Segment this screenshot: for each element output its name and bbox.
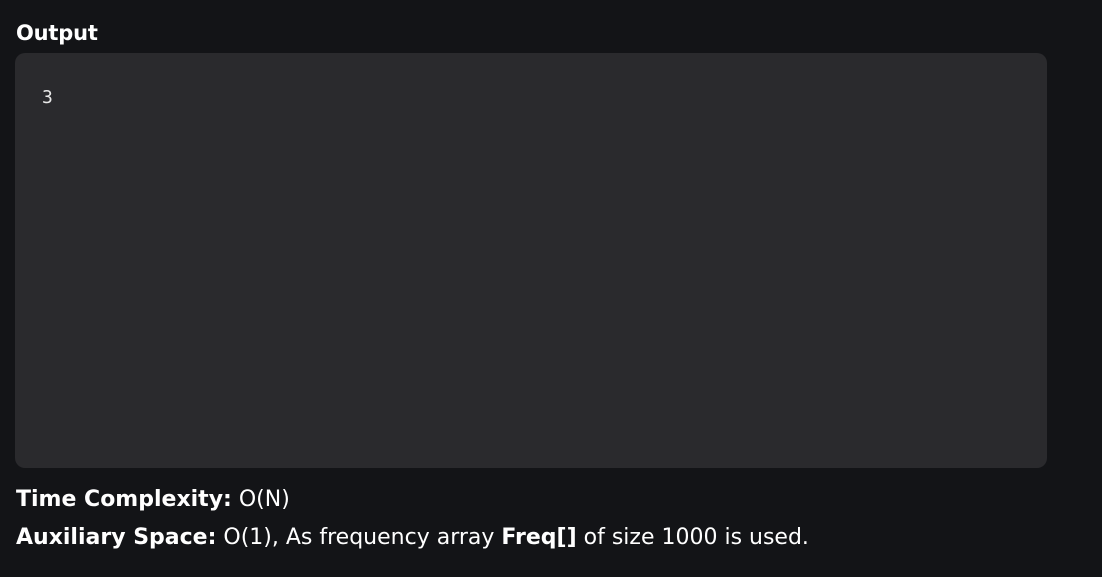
article-output-section: Output 3 Time Complexity: O(N) Auxiliary… <box>0 0 1102 577</box>
auxiliary-space-value-suffix: of size 1000 is used. <box>576 525 809 550</box>
time-complexity-value: O(N) <box>231 487 290 512</box>
output-panel <box>15 53 1047 468</box>
auxiliary-space-value-prefix: O(1), As frequency array <box>216 525 502 550</box>
time-complexity: Time Complexity: O(N) <box>16 485 290 515</box>
auxiliary-space-label: Auxiliary Space: <box>16 525 217 550</box>
auxiliary-space: Auxiliary Space: O(1), As frequency arra… <box>16 523 809 553</box>
output-heading: Output <box>16 21 98 45</box>
frequency-array-name: Freq[] <box>501 525 577 550</box>
time-complexity-label: Time Complexity: <box>16 487 232 512</box>
program-output: 3 <box>42 87 53 108</box>
